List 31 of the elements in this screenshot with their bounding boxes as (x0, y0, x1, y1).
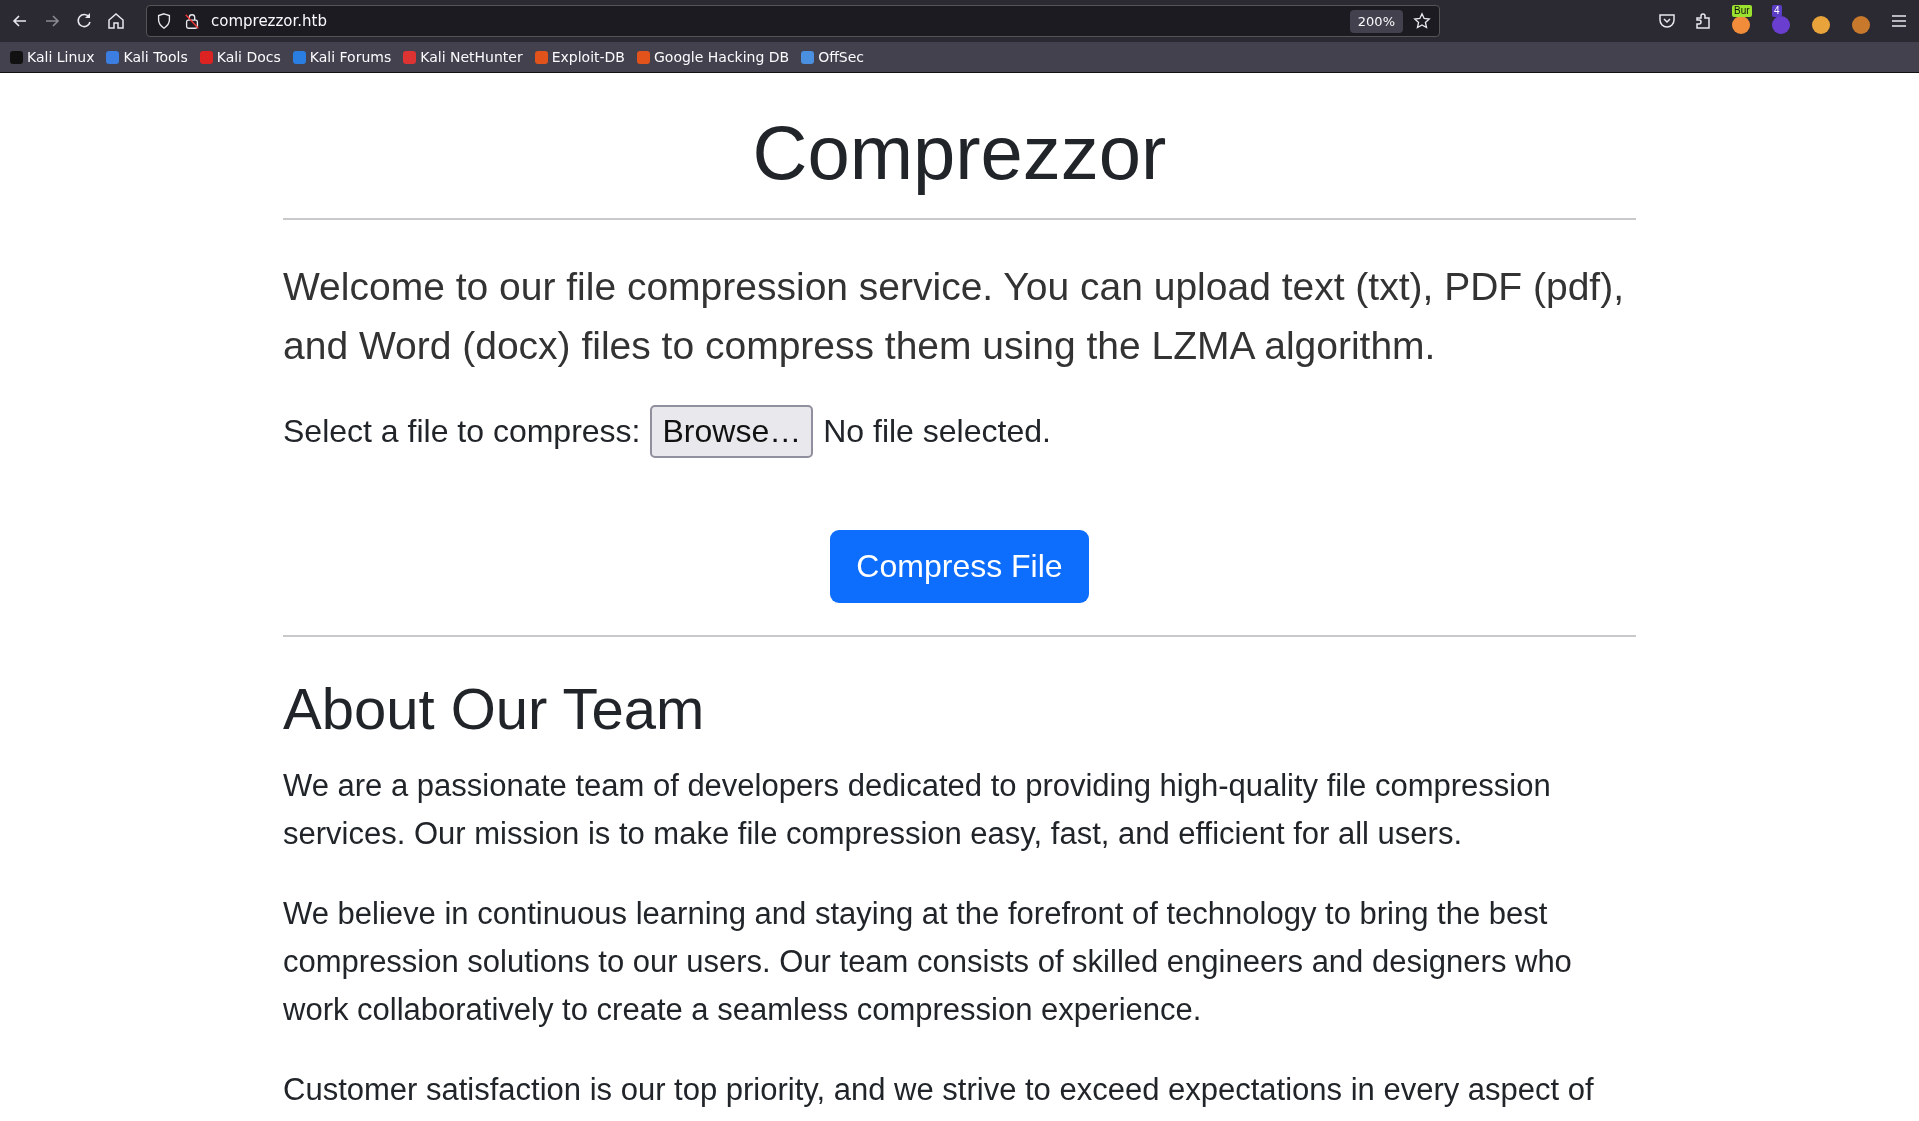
extension-badge: 4 (1772, 5, 1782, 17)
compress-file-button[interactable]: Compress File (830, 530, 1089, 603)
zoom-level-button[interactable]: 200% (1349, 9, 1403, 33)
bookmark-link[interactable]: Kali Forums (292, 49, 392, 65)
bookmark-link[interactable]: OffSec (801, 49, 865, 65)
about-paragraph: We believe in continuous learning and staying at the forefront of technology to bring the best compression solutions to our users. Our team consists of skilled engineers and designers who work collaboratively to create a seamless compression experience. (283, 895, 1573, 1030)
about-paragraph: We are a passionate team of developers dedicated to providing high-quality file compression services. Our mission is to make file compression easy, fast, and efficient for all users. (283, 767, 1552, 854)
file-status: No file selected. (823, 413, 1051, 450)
intro-text: Welcome to our file compression service. You can upload text (txt), PDF (pdf), and Word (docx) files to compress them using the LZMA algorithm. (283, 264, 1626, 369)
stack-extension-button[interactable]: 4 (1769, 5, 1793, 37)
star-icon[interactable] (1413, 12, 1431, 30)
page-title: Comprezzor (751, 109, 1168, 196)
about-heading: About Our Team (283, 675, 706, 742)
puzzle-icon[interactable] (1693, 11, 1713, 31)
insecure-lock-icon[interactable] (183, 12, 201, 30)
shield-icon[interactable] (155, 12, 173, 30)
url-text: comprezzor.htb (211, 12, 328, 30)
home-icon[interactable] (106, 11, 126, 31)
file-label: Select a file to compress: (283, 413, 641, 450)
bookmark-link[interactable]: Google Hacking DB (637, 49, 790, 65)
bookmark-link[interactable]: Kali Docs (199, 49, 281, 65)
bookmark-link[interactable]: Kali Tools (106, 49, 188, 65)
bookmark-link[interactable]: Kali Linux (10, 49, 95, 65)
burp-extension-button[interactable]: Bur (1729, 5, 1753, 37)
bookmark-link[interactable]: Kali NetHunter (403, 49, 523, 65)
browse-button[interactable]: Browse… (650, 405, 814, 458)
address-bar[interactable]: comprezzor.htb 200% (146, 5, 1440, 37)
extension-badge: Bur (1732, 5, 1752, 17)
pocket-icon[interactable] (1657, 11, 1677, 31)
bookmark-link[interactable]: Exploit-DB (534, 49, 625, 65)
about-paragraph: Customer satisfaction is our top priority, and we strive to exceed expectations in every aspect of (283, 1071, 1595, 1110)
